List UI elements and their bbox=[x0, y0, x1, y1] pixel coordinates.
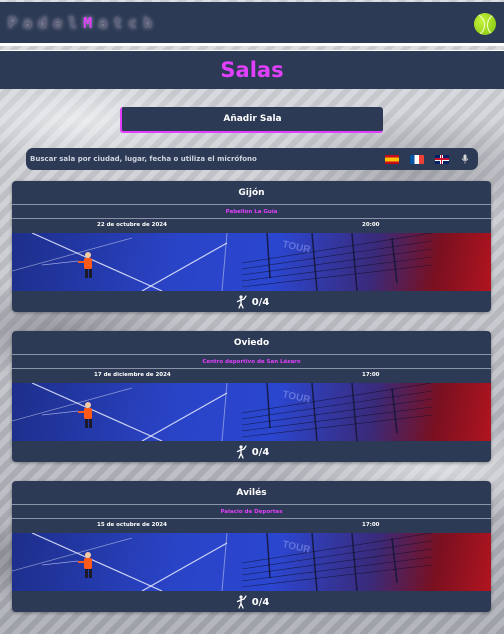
room-venue: Pabellon La Guía bbox=[12, 204, 491, 219]
room-city: Avilés bbox=[236, 487, 267, 498]
room-player-count: 0/4 bbox=[12, 291, 491, 312]
room-time: 17:00 bbox=[362, 522, 380, 528]
tennis-ball-icon[interactable] bbox=[474, 13, 496, 35]
flag-gb-icon[interactable] bbox=[435, 154, 449, 164]
app-logo[interactable]: PadelMatch bbox=[8, 14, 158, 32]
room-date: 15 de octubre de 2024 bbox=[97, 522, 167, 528]
svg-text:TOUR: TOUR bbox=[281, 389, 312, 406]
player-count: 0/4 bbox=[251, 296, 270, 308]
room-card[interactable]: Gijón Pabellon La Guía 22 de octubre de … bbox=[12, 181, 491, 312]
room-time: 20:00 bbox=[362, 222, 380, 228]
court-image: TOUR bbox=[12, 233, 491, 291]
room-date: 17 de diciembre de 2024 bbox=[94, 372, 171, 378]
title-bar: Salas bbox=[0, 50, 504, 89]
player-count: 0/4 bbox=[251, 446, 270, 458]
room-city: Gijón bbox=[238, 187, 265, 198]
room-time: 17:00 bbox=[362, 372, 380, 378]
room-card[interactable]: Oviedo Centro deportivo de San Lázaro 17… bbox=[12, 331, 491, 462]
logo-part-accent: M bbox=[83, 14, 99, 32]
flag-fr-icon[interactable] bbox=[410, 154, 424, 164]
flag-es-icon[interactable] bbox=[385, 154, 399, 164]
search-bar bbox=[26, 148, 478, 170]
room-date: 22 de octubre de 2024 bbox=[97, 222, 167, 228]
logo-part: atch bbox=[98, 14, 159, 32]
microphone-icon[interactable] bbox=[460, 154, 470, 164]
room-card[interactable]: Avilés Palacio de Deportes 15 de octubre… bbox=[12, 481, 491, 612]
navbar: PadelMatch bbox=[0, 2, 504, 46]
logo-part: Padel bbox=[8, 14, 84, 32]
room-datetime: 17 de diciembre de 2024 17:00 bbox=[12, 369, 491, 383]
court-image: TOUR bbox=[12, 383, 491, 441]
room-city: Oviedo bbox=[233, 337, 270, 348]
room-venue: Centro deportivo de San Lázaro bbox=[12, 354, 491, 369]
room-player-count: 0/4 bbox=[12, 591, 491, 612]
room-venue: Palacio de Deportes bbox=[12, 504, 491, 519]
svg-text:TOUR: TOUR bbox=[281, 239, 312, 256]
page-title: Salas bbox=[220, 58, 284, 82]
player-count: 0/4 bbox=[251, 596, 270, 608]
player-icon bbox=[236, 595, 247, 609]
player-icon bbox=[236, 445, 247, 459]
add-room-button[interactable]: Añadir Sala bbox=[120, 107, 383, 133]
court-image: TOUR bbox=[12, 533, 491, 591]
room-player-count: 0/4 bbox=[12, 441, 491, 462]
svg-text:TOUR: TOUR bbox=[281, 539, 312, 556]
search-input[interactable] bbox=[26, 154, 385, 164]
player-icon bbox=[236, 295, 247, 309]
room-datetime: 15 de octubre de 2024 17:00 bbox=[12, 519, 491, 533]
room-datetime: 22 de octubre de 2024 20:00 bbox=[12, 219, 491, 233]
